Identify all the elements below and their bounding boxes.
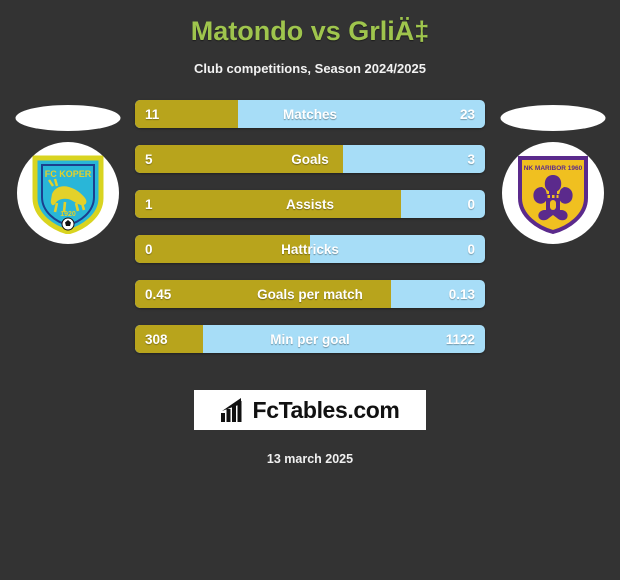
- home-team-badge-column: FC KOPER 1920: [0, 100, 135, 370]
- away-crest-text: NK MARIBOR 1960: [523, 165, 582, 172]
- table-row: 1 Assists 0: [135, 190, 485, 218]
- stat-label: Goals per match: [257, 286, 363, 302]
- fctables-logo[interactable]: FcTables.com: [194, 390, 426, 430]
- bar-chart-icon: [220, 398, 242, 422]
- comparison-page: Matondo vs GrliÄ‡ Club competitions, Sea…: [0, 0, 620, 580]
- table-row: 0 Hattricks 0: [135, 235, 485, 263]
- table-row: 308 Min per goal 1122: [135, 325, 485, 353]
- comparison-area: FC KOPER 1920 11 Matches 23 5 Goals 3 1 …: [0, 100, 620, 370]
- fc-koper-crest: FC KOPER 1920: [32, 155, 103, 234]
- home-team-logo: FC KOPER 1920: [16, 142, 119, 244]
- generated-date: 13 march 2025: [266, 452, 354, 466]
- away-value: 23: [459, 106, 475, 122]
- away-badge-top-ellipse: [500, 105, 605, 131]
- home-crest-text: FC KOPER: [44, 169, 91, 179]
- nk-maribor-crest: NK MARIBOR 1960: [517, 156, 588, 234]
- page-title: Matondo vs GrliÄ‡: [190, 16, 430, 46]
- fctables-logo-text: FcTables.com: [252, 397, 400, 423]
- away-value: 0: [467, 196, 475, 212]
- stat-label: Matches: [282, 106, 338, 122]
- stat-label: Goals: [291, 151, 329, 167]
- stat-label: Assists: [285, 196, 335, 212]
- table-row: 0.45 Goals per match 0.13: [135, 280, 485, 308]
- table-row: 5 Goals 3: [135, 145, 485, 173]
- home-badge-top-ellipse: [15, 105, 120, 131]
- away-team-badge-column: NK MARIBOR 1960: [485, 100, 620, 370]
- away-team-logo: NK MARIBOR 1960: [501, 142, 604, 244]
- home-crest-year: 1920: [60, 211, 76, 218]
- away-value: 0.13: [448, 286, 475, 302]
- stat-label: Hattricks: [281, 241, 339, 257]
- stat-label: Min per goal: [270, 331, 350, 347]
- page-subtitle: Club competitions, Season 2024/2025: [194, 61, 426, 76]
- away-value: 3: [467, 151, 475, 167]
- away-value: 0: [467, 241, 475, 257]
- table-row: 11 Matches 23: [135, 100, 485, 128]
- stat-bars: 11 Matches 23 5 Goals 3 1 Assists 0 0 Ha…: [135, 100, 485, 353]
- away-value: 1122: [445, 331, 475, 347]
